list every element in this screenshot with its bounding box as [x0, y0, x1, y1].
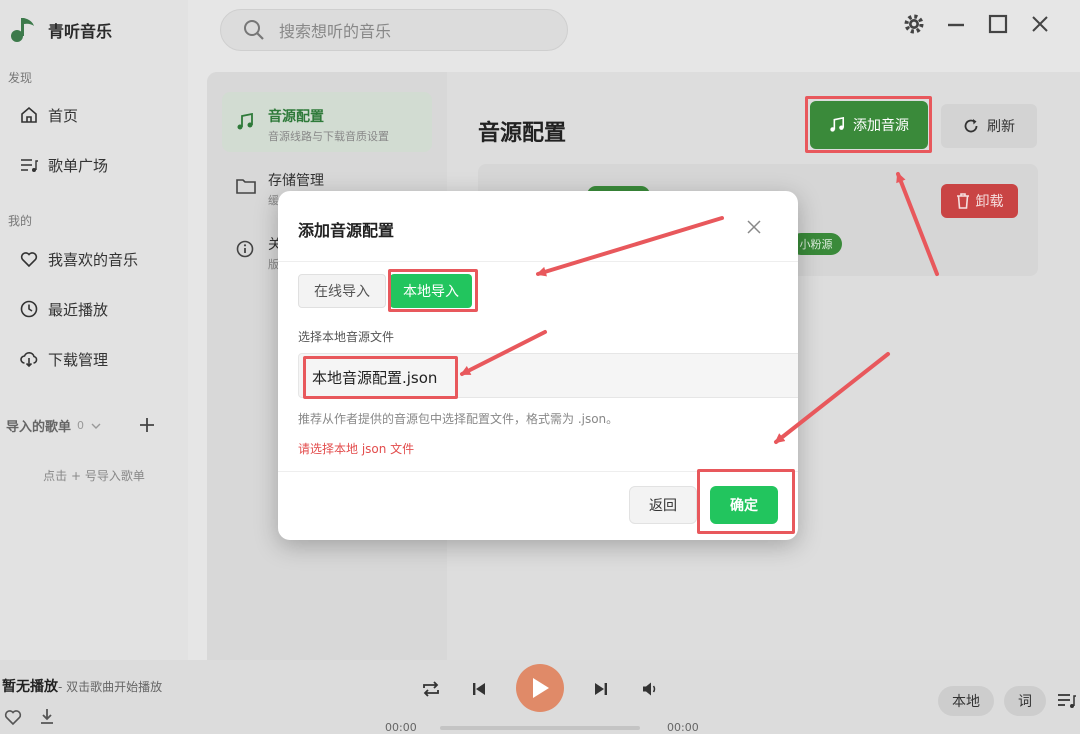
arrow-to-add-source [896, 172, 939, 276]
arrow-to-local-tab [536, 216, 724, 277]
annotation-arrows [460, 172, 939, 444]
arrow-to-file-value [460, 330, 547, 376]
arrow-to-confirm [774, 352, 890, 444]
